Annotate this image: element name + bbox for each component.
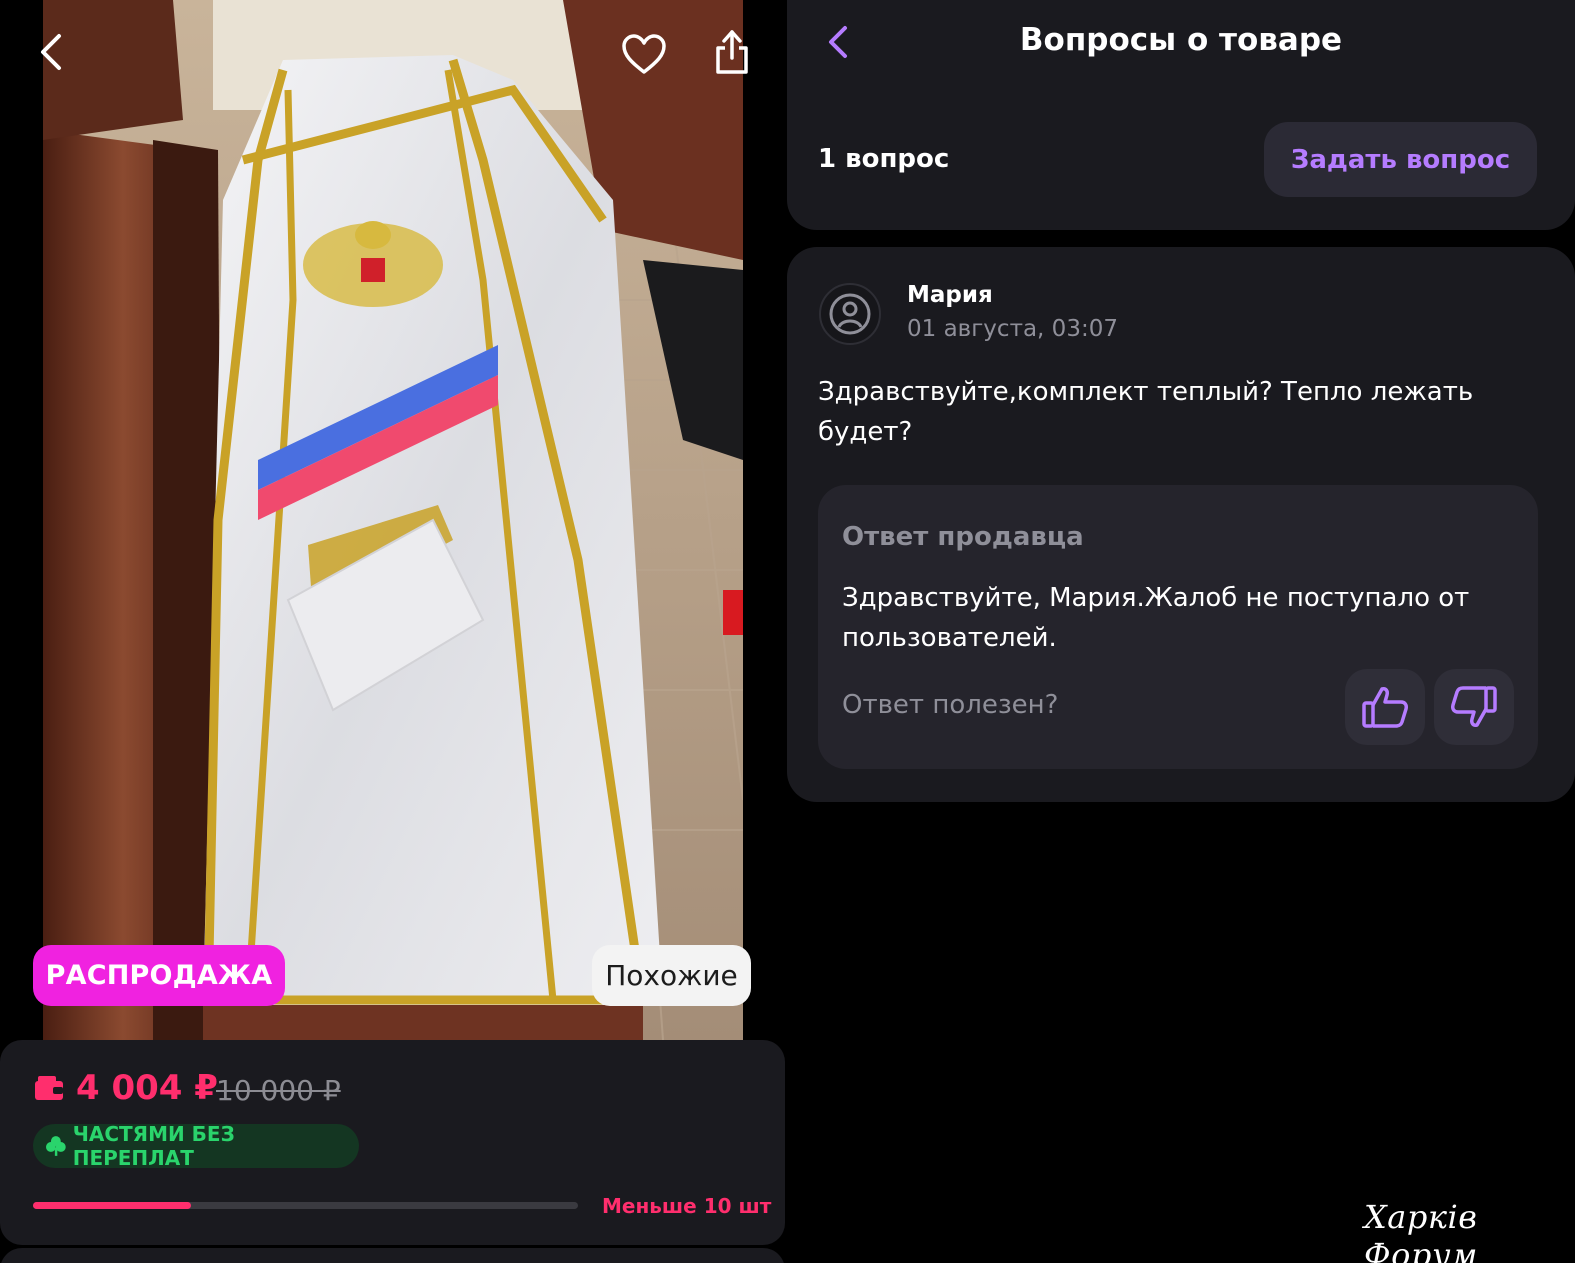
next-card-edge	[0, 1248, 785, 1263]
ask-question-button[interactable]: Задать вопрос	[1264, 122, 1537, 197]
helpful-yes-button[interactable]	[1345, 669, 1425, 745]
questions-panel: Вопросы о товаре 1 вопрос Задать вопрос …	[787, 0, 1575, 1263]
seller-answer-text: Здравствуйте, Мария.Жалоб не поступало о…	[842, 583, 1470, 653]
question-count: 1 вопрос	[818, 144, 950, 174]
product-panel: РАСПРОДАЖА Похожие 4 004 ₽ 10 000 ₽ ЧАСТ…	[0, 0, 785, 1263]
share-icon	[716, 30, 748, 74]
share-button[interactable]	[704, 24, 760, 80]
thumb-down-icon	[1451, 686, 1497, 727]
clover-icon	[45, 1136, 66, 1156]
helpful-no-button[interactable]	[1434, 669, 1514, 745]
product-image	[43, 0, 743, 1040]
stock-progress-fill	[33, 1202, 192, 1209]
helpful-prompt: Ответ полезен?	[842, 690, 1059, 720]
heart-icon	[622, 34, 666, 74]
back-button[interactable]	[28, 28, 76, 76]
similar-products-button[interactable]: Похожие	[592, 945, 751, 1006]
current-price: 4 004 ₽	[76, 1068, 218, 1108]
user-avatar-icon	[819, 283, 881, 345]
favorite-button[interactable]	[616, 28, 672, 80]
page-title: Вопросы о товаре	[1019, 22, 1343, 58]
watermark: Харків Форум	[1364, 1198, 1478, 1263]
stock-progress-bar	[33, 1202, 578, 1209]
chevron-left-icon	[41, 34, 61, 70]
question-text: Здравствуйте,комплект теплый? Тепло лежа…	[818, 377, 1474, 447]
old-price: 10 000 ₽	[216, 1074, 341, 1107]
installment-badge[interactable]: ЧАСТЯМИ БЕЗ ПЕРЕПЛАТ	[33, 1122, 359, 1170]
seller-answer-label: Ответ продавца	[842, 522, 1084, 552]
product-photo[interactable]	[43, 0, 743, 1040]
stock-status: Меньше 10 шт	[602, 1194, 772, 1218]
question-date: 01 августа, 03:07	[907, 316, 1118, 342]
thumb-up-icon	[1362, 687, 1408, 728]
sale-badge: РАСПРОДАЖА	[33, 945, 285, 1006]
question-author: Мария	[907, 282, 993, 308]
wallet-icon	[35, 1076, 63, 1100]
installment-label: ЧАСТЯМИ БЕЗ ПЕРЕПЛАТ	[72, 1122, 235, 1170]
